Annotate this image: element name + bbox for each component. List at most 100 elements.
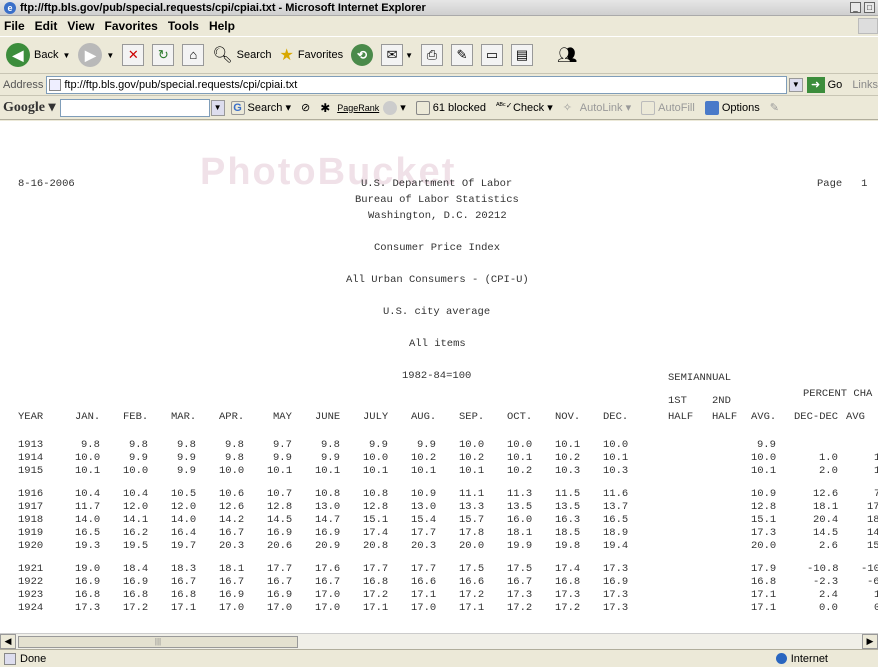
column-header-half: HALF [668, 411, 694, 423]
table-cell: 10.1 [363, 465, 389, 477]
discuss-icon: ▭ [481, 44, 503, 66]
table-cell: 10.6 [219, 488, 245, 500]
table-cell-avg: 17.1 [751, 602, 777, 614]
table-cell: 17.0 [267, 602, 293, 614]
window-title: ftp://ftp.bls.gov/pub/special.requests/c… [20, 1, 426, 14]
back-dropdown-icon[interactable]: ▼ [62, 51, 70, 60]
column-header-1st: 1ST [668, 395, 687, 407]
refresh-button[interactable]: ↻ [152, 44, 175, 66]
menu-file[interactable]: File [4, 19, 25, 33]
research-button[interactable]: ▤ [511, 44, 533, 66]
scroll-thumb[interactable]: ||| [18, 635, 298, 648]
go-button[interactable]: ➜ Go [806, 76, 842, 93]
table-cell: 10.5 [171, 488, 197, 500]
highlight-pen-icon[interactable]: ✎ [770, 101, 779, 114]
table-cell-dec-dec: 14.5 [813, 527, 839, 539]
stop-button[interactable]: ✕ [122, 44, 145, 66]
table-row-year: 1920 [18, 540, 44, 552]
table-row-year: 1916 [18, 488, 44, 500]
report-date: 8-16-2006 [18, 178, 75, 190]
header-line: Washington, D.C. 20212 [368, 210, 507, 222]
autolink-icon: ✧ [562, 101, 572, 114]
history-button[interactable]: ⟲ [351, 44, 374, 66]
table-cell: 17.1 [171, 602, 197, 614]
page-done-icon [4, 652, 16, 665]
table-cell: 9.9 [177, 452, 196, 464]
horizontal-scrollbar[interactable]: ◀ ||| ▶ [0, 633, 878, 649]
google-search-dropdown-icon[interactable]: ▼ [210, 99, 225, 116]
maximize-button[interactable]: □ [864, 2, 875, 13]
scroll-right-button[interactable]: ▶ [862, 634, 878, 649]
menu-edit[interactable]: Edit [35, 19, 58, 33]
search-button[interactable]: 🔍︎ Search [212, 45, 271, 65]
minimize-button[interactable]: _ [850, 2, 861, 13]
mail-icon: ✉ [381, 44, 404, 66]
column-header-dec-dec: DEC-DEC [794, 411, 839, 423]
table-cell: 12.0 [123, 501, 149, 513]
table-row-year: 1924 [18, 602, 44, 614]
autolink-button[interactable]: ✧ AutoLink ▾ [563, 101, 631, 115]
check-label: Check [512, 101, 545, 114]
menu-view[interactable]: View [67, 19, 94, 33]
print-button[interactable]: ⎙ [421, 44, 443, 66]
table-cell: 18.1 [219, 563, 245, 575]
menu-favorites[interactable]: Favorites [104, 19, 157, 33]
forward-button[interactable]: ▶ ▼ [78, 43, 114, 67]
mail-button[interactable]: ✉ ▼ [381, 44, 413, 66]
google-search-input[interactable] [59, 98, 210, 117]
google-search-button[interactable]: G Search ▾ [230, 100, 291, 115]
table-cell-avg: 10.9 [751, 488, 777, 500]
table-row-year: 1917 [18, 501, 44, 513]
options-button[interactable]: Options [704, 100, 760, 115]
column-header-month: JAN. [75, 411, 101, 423]
page-content[interactable]: PhotoBucket 8-16-2006 Page 1 U.S. Depart… [0, 121, 878, 633]
table-cell: 10.0 [219, 465, 245, 477]
refresh-icon: ↻ [152, 44, 175, 66]
table-cell: 9.8 [225, 439, 244, 451]
table-row-year: 1918 [18, 514, 44, 526]
popup-blocker-button[interactable]: 61 blocked [415, 100, 486, 115]
table-cell: 16.2 [123, 527, 149, 539]
home-button[interactable]: ⌂ [182, 44, 205, 66]
discuss-button[interactable]: ▭ [481, 44, 503, 66]
status-text: Done [20, 652, 47, 665]
table-cell: 10.0 [363, 452, 389, 464]
table-cell: 17.2 [555, 602, 581, 614]
table-cell: 12.6 [219, 501, 245, 513]
table-row-year: 1921 [18, 563, 44, 575]
table-cell: 16.9 [267, 589, 293, 601]
table-cell: 15.4 [411, 514, 437, 526]
favorites-button[interactable]: ★ Favorites [279, 45, 343, 65]
pagerank-button[interactable]: ✱ PageRank ▾ [320, 100, 406, 115]
address-dropdown-icon[interactable]: ▼ [789, 77, 803, 92]
table-cell: 15.1 [363, 514, 389, 526]
menu-tools[interactable]: Tools [168, 19, 199, 33]
table-cell: 19.8 [555, 540, 581, 552]
back-arrow-icon: ◀ [6, 43, 30, 67]
menu-help[interactable]: Help [209, 19, 235, 33]
autofill-button[interactable]: AutoFill [641, 100, 695, 115]
scroll-left-button[interactable]: ◀ [0, 634, 16, 649]
table-cell-avg: 10.1 [751, 465, 777, 477]
column-header-month: APR. [219, 411, 245, 423]
google-spell-icon[interactable]: ⊘ [301, 101, 310, 114]
table-cell: 13.3 [459, 501, 485, 513]
google-logo[interactable]: Google ▾ [3, 99, 56, 116]
table-cell: 9.9 [129, 452, 148, 464]
table-cell: 10.0 [507, 439, 533, 451]
messenger-button[interactable]: 👥︎ [557, 45, 581, 65]
forward-dropdown-icon[interactable]: ▼ [106, 51, 114, 60]
table-cell: 11.1 [459, 488, 485, 500]
links-button[interactable]: Links [852, 79, 878, 91]
table-cell-avg-pct: 1 [874, 465, 878, 477]
windows-flag-icon [858, 18, 878, 34]
back-button[interactable]: ◀ Back ▼ [6, 43, 70, 67]
edit-button[interactable]: ✎ [451, 44, 473, 66]
spellcheck-button[interactable]: ᴬᴮᶜ✓ Check ▾ [496, 101, 553, 115]
table-cell-avg-pct: 7 [874, 488, 878, 500]
address-input[interactable]: ftp://ftp.bls.gov/pub/special.requests/c… [46, 75, 788, 94]
google-logo-text: Google [3, 100, 45, 115]
scroll-track[interactable]: ||| [16, 635, 862, 649]
table-cell: 16.3 [555, 514, 581, 526]
mail-dropdown-icon[interactable]: ▼ [405, 51, 413, 60]
